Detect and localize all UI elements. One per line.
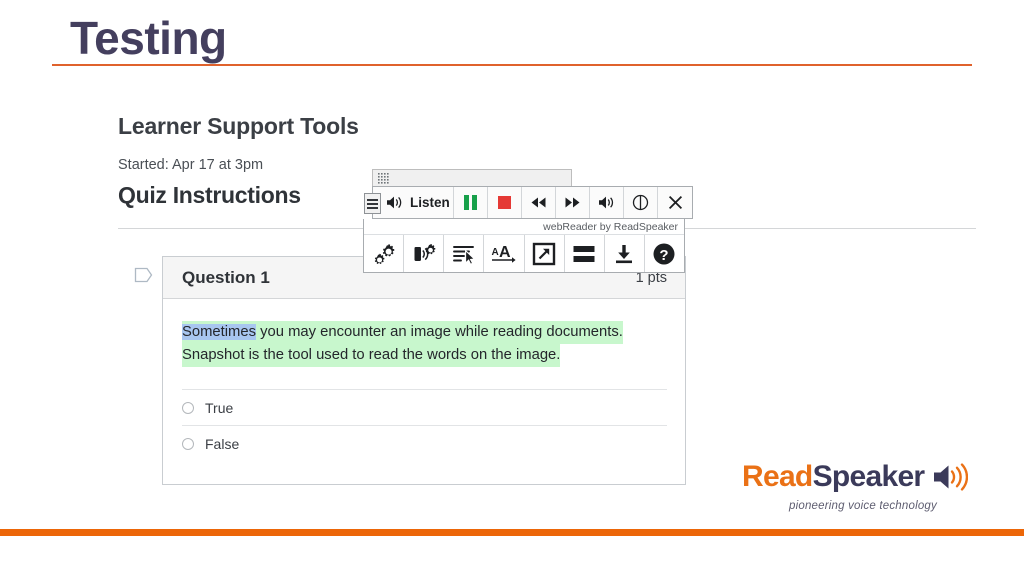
close-x-icon [668, 195, 682, 210]
question-text-line-1: Sometimes you may encounter an image whi… [182, 321, 623, 344]
svg-text:A: A [499, 244, 511, 261]
speed-button[interactable] [624, 187, 658, 218]
svg-text:?: ? [660, 247, 669, 264]
logo-speaker-text: Speaker [812, 460, 926, 493]
voice-settings-button[interactable] [404, 235, 445, 272]
radio-true[interactable] [182, 401, 194, 414]
option-true[interactable]: True [182, 389, 667, 425]
text-size-button[interactable]: A A [484, 235, 525, 272]
settings-button[interactable] [364, 235, 405, 272]
svg-text:A: A [491, 247, 498, 258]
question-text-line-1-rest: you may encounter an image while reading… [256, 324, 623, 340]
page-mask-button[interactable] [565, 235, 605, 272]
rewind-icon [531, 197, 546, 208]
drag-grid-icon [378, 173, 389, 184]
speaker-wave-icon [934, 463, 969, 491]
rewind-button[interactable] [522, 187, 556, 218]
tag-flag-icon [134, 267, 153, 283]
quiz-heading: Learner Support Tools [118, 113, 359, 139]
enlarge-button[interactable] [525, 235, 565, 272]
speaker-icon [387, 196, 402, 209]
expand-arrow-icon [532, 242, 556, 265]
listen-button[interactable]: Listen [373, 187, 454, 218]
title-divider [52, 64, 972, 66]
volume-button[interactable] [590, 187, 624, 218]
help-button[interactable]: ? [645, 235, 684, 272]
readspeaker-tool-buttons: A A ? [364, 234, 684, 272]
stop-square-icon [498, 196, 511, 209]
close-button[interactable] [658, 187, 692, 218]
option-false-label: False [205, 435, 240, 452]
option-false[interactable]: False [182, 425, 667, 461]
logo-read-text: Read [742, 460, 813, 493]
option-true-label: True [205, 399, 234, 416]
readspeaker-tools-bar: webReader by ReadSpeaker A A ? [363, 219, 685, 273]
fast-forward-icon [565, 197, 580, 208]
voice-settings-icon [414, 243, 436, 261]
forward-button[interactable] [556, 187, 590, 218]
pause-icon [464, 195, 477, 210]
stop-button[interactable] [488, 187, 522, 218]
volume-icon [599, 196, 614, 209]
quiz-started-timestamp: Started: Apr 17 at 3pm [118, 157, 264, 173]
question-title: Question 1 [182, 267, 270, 287]
speed-dial-icon [632, 194, 649, 211]
answer-options: True False [163, 389, 685, 461]
hamburger-menu-icon[interactable] [364, 193, 381, 214]
listen-label: Listen [410, 195, 450, 210]
download-icon [616, 244, 633, 263]
readspeaker-logo: Read Speaker pioneering voice technology [742, 462, 984, 512]
reading-mode-button[interactable] [444, 235, 485, 272]
quiz-instructions-heading: Quiz Instructions [118, 182, 301, 208]
slide-canvas: Testing Learner Support Tools Started: A… [0, 0, 1024, 576]
readspeaker-player-bar: Listen [364, 186, 693, 219]
download-button[interactable] [605, 235, 645, 272]
page-mask-icon [573, 245, 595, 262]
bottom-accent-bar [0, 529, 1024, 536]
font-size-icon: A A [491, 244, 516, 263]
question-text-line-2: Snapshot is the tool used to read the wo… [182, 344, 561, 367]
pause-button[interactable] [454, 187, 488, 218]
text-cursor-icon [452, 245, 476, 265]
toolbar-drag-handle[interactable] [372, 169, 572, 186]
readspeaker-toolbar: Listen webReader by ReadSpeaker A A ? [363, 169, 693, 273]
logo-tagline: pioneering voice technology [789, 500, 937, 512]
page-title: Testing [70, 12, 227, 64]
gears-settings-icon [374, 243, 394, 264]
highlighted-word: Sometimes [182, 324, 257, 340]
help-question-icon: ? [653, 243, 675, 264]
question-card: Question 1 1 pts Sometimes you may encou… [162, 256, 686, 485]
question-body: Sometimes you may encounter an image whi… [163, 299, 685, 367]
logo-wordmark: Read Speaker [742, 462, 984, 492]
radio-false[interactable] [182, 437, 194, 450]
readspeaker-brand-label: webReader by ReadSpeaker [543, 221, 678, 233]
